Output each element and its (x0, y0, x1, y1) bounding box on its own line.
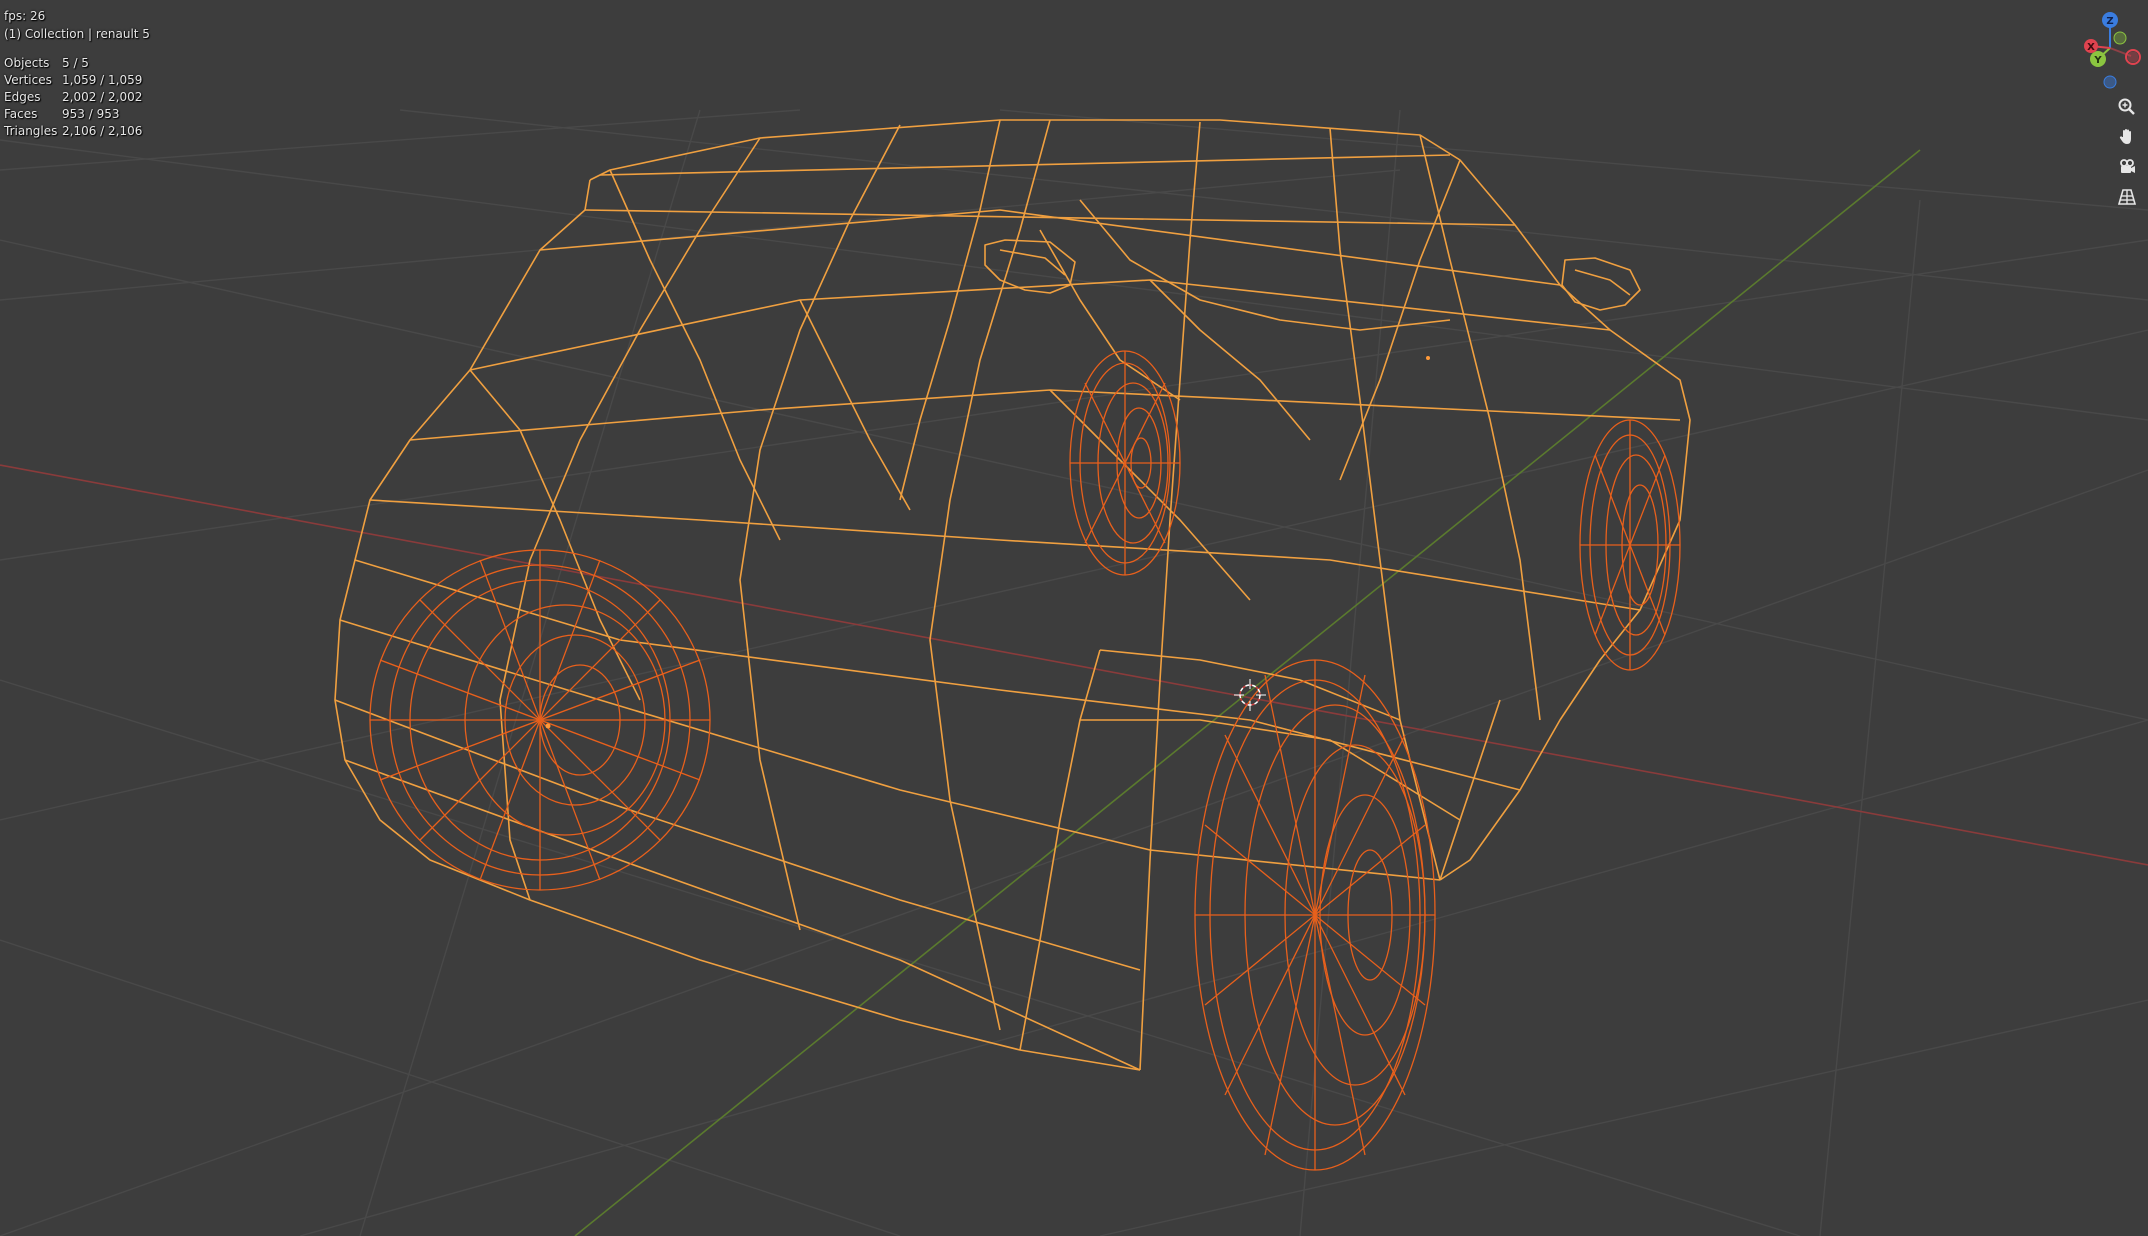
zoom-icon (2118, 98, 2135, 115)
stat-value: 2,002 / 2,002 (62, 90, 143, 104)
stat-value: 2,106 / 2,106 (62, 124, 143, 138)
3d-cursor[interactable] (1234, 679, 1266, 711)
viewport-scene[interactable] (0, 0, 2148, 1236)
gizmo-axis-y[interactable]: Y (2090, 51, 2106, 67)
car-body-wireframe[interactable] (334, 119, 1691, 1071)
gizmo-axis-neg-z[interactable] (2103, 75, 2117, 89)
stat-value: 1,059 / 1,059 (62, 73, 143, 87)
svg-text:Z: Z (2106, 16, 2113, 27)
camera-icon (2120, 159, 2135, 173)
object-origin-dot (1426, 356, 1430, 360)
wheel-front-right[interactable] (1579, 419, 1681, 671)
camera-view-button[interactable] (2112, 152, 2142, 182)
x-axis-line (0, 464, 2148, 866)
gizmo-axis-neg-x-fill (2127, 51, 2139, 63)
fps-counter: fps: 26 (4, 9, 46, 23)
wheel-rear-right[interactable] (1069, 350, 1181, 576)
svg-text:X: X (2087, 42, 2095, 53)
navigation-gizmo[interactable]: Z Y X (2058, 0, 2148, 100)
gizmo-axis-z[interactable]: Z (2102, 12, 2118, 28)
hand-pan-icon (2119, 129, 2131, 144)
pan-button[interactable] (2112, 122, 2142, 152)
svg-text:Y: Y (2093, 55, 2102, 66)
stat-label: Faces (4, 107, 38, 121)
perspective-toggle-button[interactable] (2112, 182, 2142, 212)
stat-label: Edges (4, 90, 41, 104)
wheel-rear-left[interactable] (369, 549, 711, 891)
gizmo-axis-x[interactable]: X (2084, 39, 2098, 53)
gizmo-axis-neg-y[interactable] (2113, 31, 2127, 45)
stat-value: 953 / 953 (62, 107, 120, 121)
stat-label: Objects (4, 56, 50, 70)
stat-label: Vertices (4, 73, 52, 87)
stat-label: Triangles (4, 124, 58, 138)
zoom-button[interactable] (2112, 92, 2142, 122)
floor-grid (0, 109, 2148, 1236)
grid-perspective-icon (2117, 189, 2137, 205)
collection-label: (1) Collection | renault 5 (4, 27, 150, 41)
object-origin-dot (545, 723, 551, 729)
stat-value: 5 / 5 (62, 56, 89, 70)
y-axis-line (574, 149, 1921, 1236)
3d-viewport[interactable]: fps: 26 (1) Collection | renault 5 Objec… (0, 0, 2148, 1236)
